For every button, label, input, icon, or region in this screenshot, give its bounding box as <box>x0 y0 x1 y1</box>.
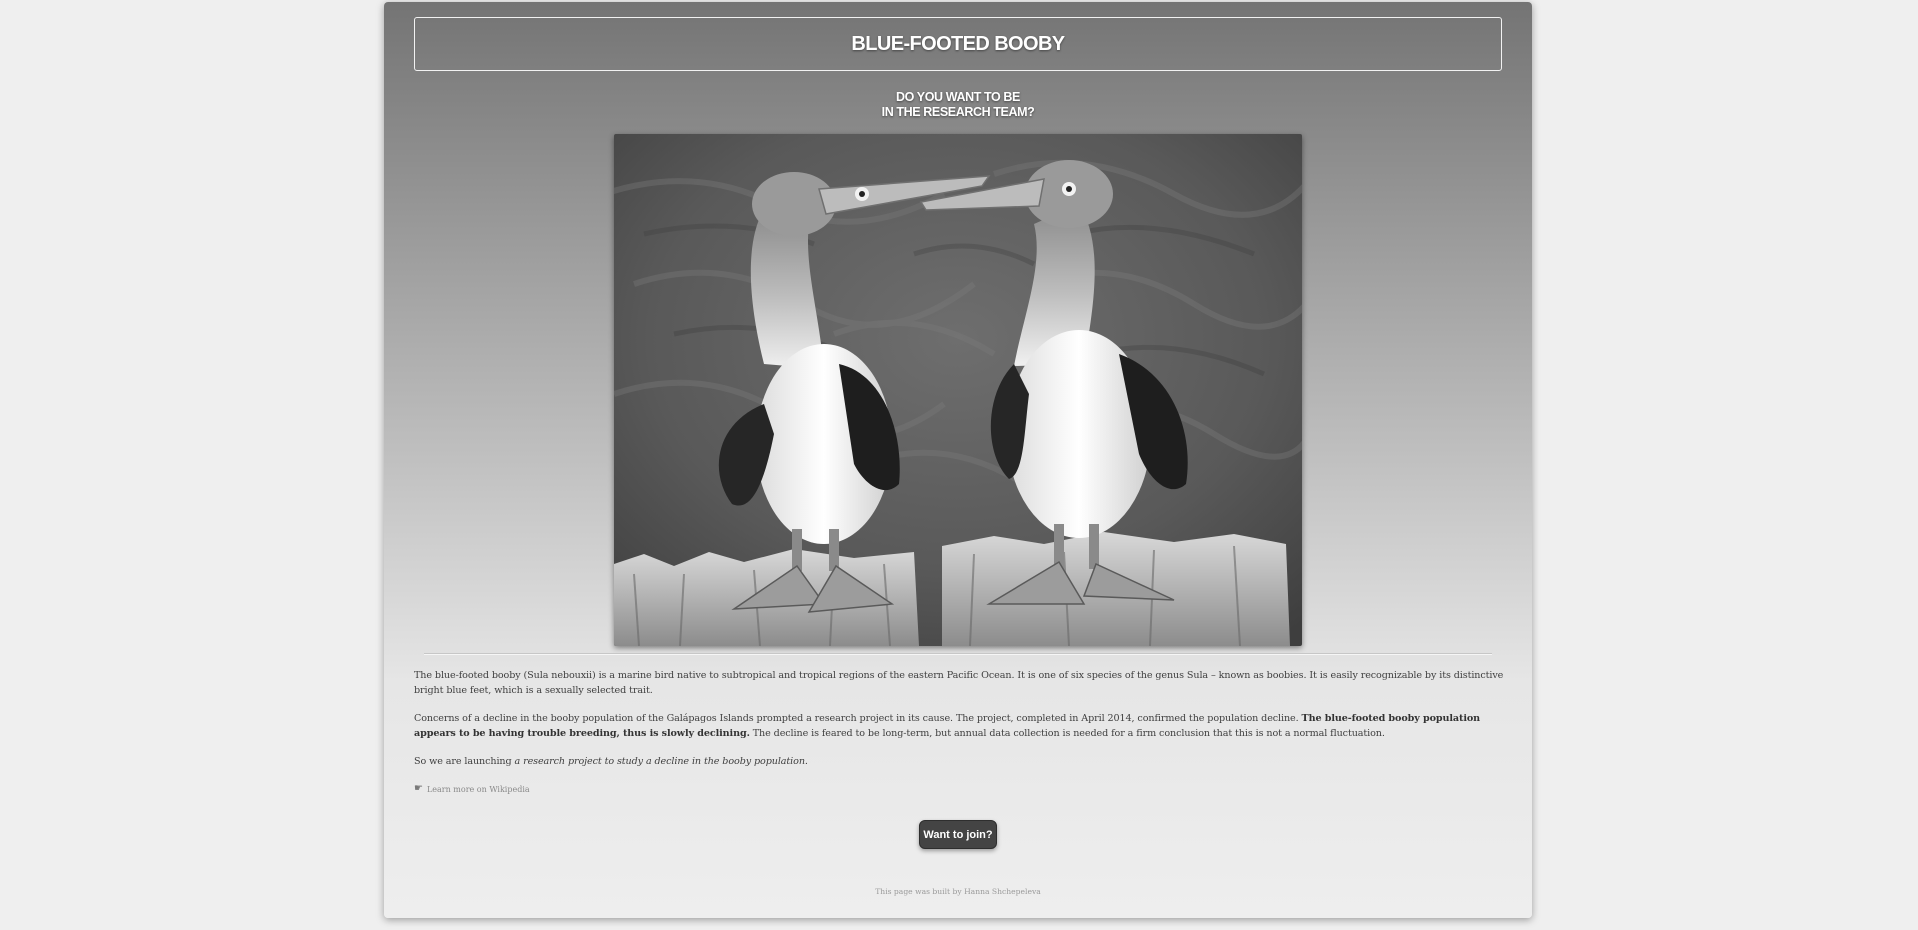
launch-text-end: . <box>804 756 808 767</box>
launch-text-start: So we are launching <box>414 756 515 767</box>
intro-paragraph: The blue-footed booby (Sula nebouxii) is… <box>414 670 1504 696</box>
wikipedia-link[interactable]: ☛ Learn more on Wikipedia <box>414 784 530 794</box>
research-text-start: Concerns of a decline in the booby popul… <box>414 713 1302 724</box>
title-banner: BLUE-FOOTED BOOBY <box>414 17 1502 71</box>
section-divider <box>424 653 1492 655</box>
subtitle-line-2: IN THE RESEARCH TEAM? <box>881 105 1035 119</box>
join-button[interactable]: Want to join? <box>919 820 997 849</box>
footer-credit: This page was built by Hanna Shchepeleva <box>875 887 1041 896</box>
launch-text-italic: a research project to study a decline in… <box>514 756 806 767</box>
page-card: BLUE-FOOTED BOOBY DO YOU WANT TO BE IN T… <box>384 2 1532 918</box>
page-title: BLUE-FOOTED BOOBY <box>851 32 1065 55</box>
launch-paragraph: So we are launching a research project t… <box>414 754 1504 769</box>
research-paragraph: Concerns of a decline in the booby popul… <box>414 711 1504 741</box>
subtitle-line-1: DO YOU WANT TO BE <box>896 90 1020 104</box>
research-text-end: The decline is feared to be long-term, b… <box>749 728 1385 739</box>
wikipedia-link-label: Learn more on Wikipedia <box>426 784 530 794</box>
booby-photo <box>614 134 1302 646</box>
pointing-hand-icon: ☛ <box>414 783 423 794</box>
